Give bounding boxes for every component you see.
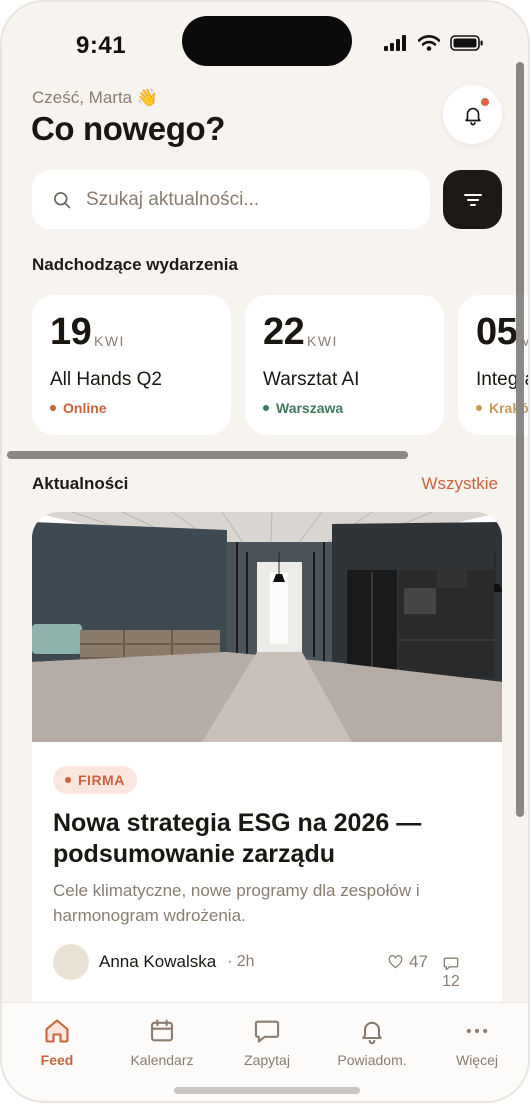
event-title: Warsztat AI bbox=[263, 369, 360, 390]
status-time: 9:41 bbox=[76, 32, 127, 59]
location-dot bbox=[476, 405, 482, 411]
vertical-scrollbar[interactable] bbox=[516, 62, 524, 817]
event-location: Online bbox=[50, 400, 107, 416]
events-carousel[interactable]: 19 KWI All Hands Q2 Online 22 KWI Warszt… bbox=[32, 295, 528, 435]
event-location: Warszawa bbox=[263, 400, 343, 416]
home-icon bbox=[45, 1019, 69, 1043]
phone-screen: 9:41 Cześć, Marta 👋 Co nowego? Szukaj ak… bbox=[0, 0, 530, 1103]
more-icon bbox=[466, 1028, 488, 1034]
dynamic-island bbox=[182, 16, 352, 66]
search-input[interactable] bbox=[86, 188, 406, 211]
category-tag-label: FIRMA bbox=[78, 772, 125, 788]
wifi-icon bbox=[418, 35, 440, 51]
calendar-icon bbox=[151, 1019, 173, 1042]
notifications-button[interactable] bbox=[443, 85, 502, 144]
filter-button[interactable] bbox=[443, 170, 502, 229]
event-card[interactable]: 19 KWI All Hands Q2 Online bbox=[32, 295, 231, 435]
event-card[interactable]: 22 KWI Warsztat AI Warszawa bbox=[245, 295, 444, 435]
see-all-link[interactable]: Wszystkie bbox=[422, 474, 499, 494]
home-indicator[interactable] bbox=[174, 1087, 360, 1094]
events-section-title: Nadchodzące wydarzenia bbox=[32, 255, 238, 274]
chat-icon bbox=[254, 1020, 280, 1043]
tab-calendar[interactable]: Kalendarz bbox=[109, 1017, 215, 1068]
category-tag[interactable]: FIRMA bbox=[53, 766, 137, 794]
location-dot bbox=[50, 405, 56, 411]
event-month: KWI bbox=[94, 333, 125, 349]
article-image bbox=[32, 512, 502, 742]
location-dot bbox=[263, 405, 269, 411]
status-bar: 9:41 bbox=[2, 2, 528, 92]
event-location-label: Online bbox=[63, 400, 107, 416]
tab-label: Powiadom. bbox=[337, 1052, 407, 1068]
battery-icon bbox=[450, 35, 483, 51]
event-month: KWI bbox=[307, 333, 338, 349]
event-day: 19 bbox=[50, 311, 92, 353]
author-name[interactable]: Anna Kowalska bbox=[99, 952, 216, 972]
article-description: Cele klimatyczne, nowe programy dla zesp… bbox=[53, 881, 420, 925]
like-button[interactable]: 47 bbox=[388, 952, 428, 972]
bell-icon bbox=[362, 1021, 382, 1045]
article-card[interactable]: FIRMA Nowa strategia ESG na 2026 — podsu… bbox=[32, 512, 502, 1032]
tab-label: Zapytaj bbox=[244, 1052, 290, 1068]
carousel-scrollbar[interactable] bbox=[7, 451, 408, 459]
search-bar[interactable] bbox=[32, 170, 430, 229]
comments-count: 12 bbox=[442, 973, 460, 990]
greeting-text: Cześć, Marta 👋 bbox=[32, 88, 159, 107]
page-title: Co nowego? bbox=[31, 110, 225, 147]
filter-icon bbox=[463, 193, 482, 206]
heart-icon bbox=[388, 955, 403, 969]
tab-feed[interactable]: Feed bbox=[4, 1017, 110, 1068]
tab-more[interactable]: Więcej bbox=[424, 1017, 528, 1068]
tab-label: Kalendarz bbox=[130, 1052, 194, 1068]
tab-label: Feed bbox=[40, 1052, 74, 1068]
comment-icon bbox=[443, 957, 459, 971]
bell-icon bbox=[464, 107, 481, 125]
likes-count: 47 bbox=[409, 952, 428, 971]
status-icons bbox=[384, 35, 484, 51]
event-day: 22 bbox=[263, 311, 305, 353]
article-title[interactable]: Nowa strategia ESG na 2026 — podsumowani… bbox=[53, 808, 473, 870]
comments-button[interactable]: 12 bbox=[442, 956, 460, 991]
event-location-label: Warszawa bbox=[276, 400, 344, 416]
search-icon bbox=[54, 191, 71, 208]
tab-ask[interactable]: Zapytaj bbox=[214, 1017, 320, 1068]
tag-dot bbox=[65, 777, 71, 783]
event-day: 05 bbox=[476, 311, 518, 353]
event-title: All Hands Q2 bbox=[50, 369, 162, 390]
tab-notifications[interactable]: Powiadom. bbox=[319, 1017, 425, 1068]
news-section-title: Aktualności bbox=[32, 474, 129, 493]
tab-label: Więcej bbox=[455, 1052, 498, 1068]
avatar[interactable] bbox=[53, 944, 89, 980]
signal-icon bbox=[384, 35, 406, 51]
post-time: · 2h bbox=[227, 953, 255, 970]
notification-badge bbox=[481, 98, 489, 106]
